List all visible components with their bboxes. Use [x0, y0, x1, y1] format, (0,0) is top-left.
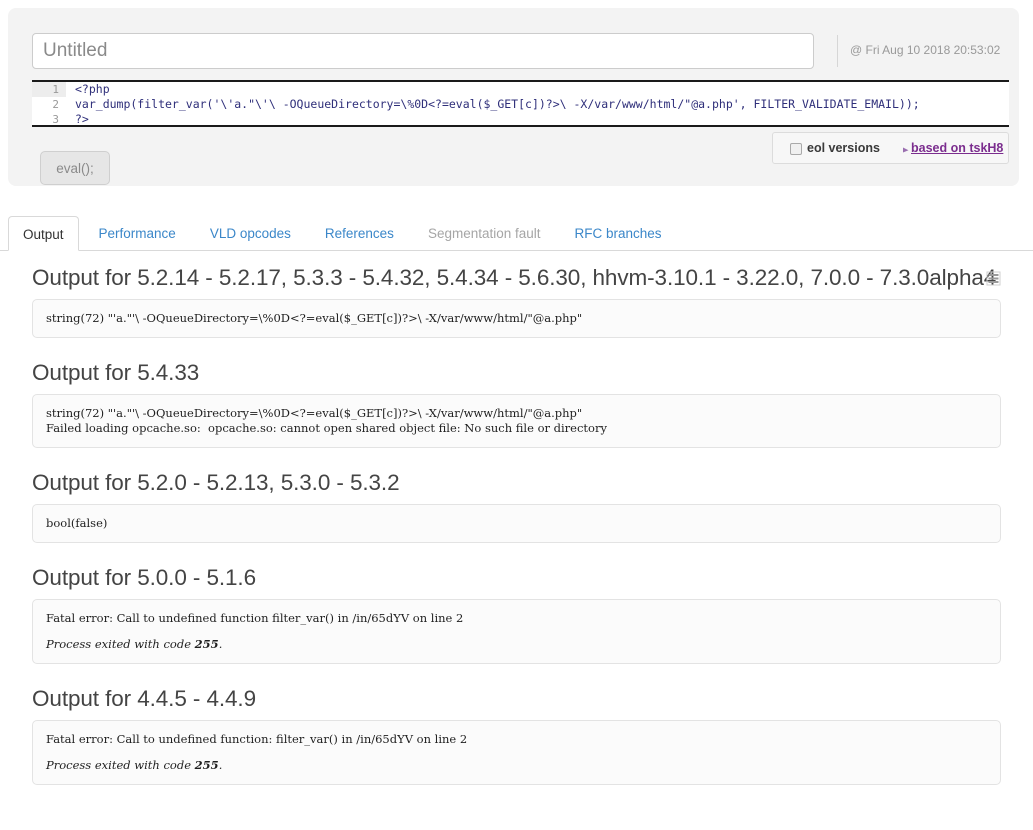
list-icon[interactable]	[986, 271, 1001, 286]
tab-rfc-branches[interactable]: RFC branches	[561, 216, 676, 251]
code-line: 3 ?>	[32, 112, 1009, 126]
output-block: Fatal error: Call to undefined function:…	[32, 720, 1001, 785]
code-line-text: var_dump(filter_var('\'a."\'\ -OQueueDir…	[75, 97, 920, 111]
output-line: string(72) "'a."'\ -OQueueDirectory=\%0D…	[46, 311, 583, 325]
code-line: 2 var_dump(filter_var('\'a."\'\ -OQueueDi…	[32, 97, 1009, 112]
code-line-number: 3	[32, 112, 66, 125]
output-heading: Output for 5.2.14 - 5.2.17, 5.3.3 - 5.4.…	[32, 265, 997, 290]
code-line-text: <?php	[75, 82, 110, 96]
tab-vld-opcodes[interactable]: VLD opcodes	[196, 216, 305, 251]
arrow-right-icon	[895, 147, 909, 153]
code-line: 1 <?php	[32, 82, 1009, 97]
process-exit-note: Process exited with code 255.	[46, 637, 223, 651]
tab-performance[interactable]: Performance	[85, 216, 190, 251]
tab-segmentation-fault: Segmentation fault	[427, 226, 541, 241]
eol-versions-checkbox[interactable]	[790, 143, 802, 155]
exit-code: 255	[194, 637, 219, 651]
output-heading-row: Output for 5.0.0 - 5.1.6	[32, 565, 1001, 599]
output-heading: Output for 5.4.33	[32, 360, 200, 385]
tab-references[interactable]: References	[311, 216, 408, 251]
output-heading: Output for 5.2.0 - 5.2.13, 5.3.0 - 5.3.2	[32, 470, 400, 495]
code-line-number: 1	[32, 82, 66, 97]
output-block: string(72) "'a."'\ -OQueueDirectory=\%0D…	[32, 299, 1001, 338]
eol-versions-label: eol versions	[807, 141, 880, 155]
output-block: bool(false)	[32, 504, 1001, 543]
output-line: Fatal error: Call to undefined function:…	[46, 732, 468, 746]
output-block: string(72) "'a."'\ -OQueueDirectory=\%0D…	[32, 394, 1001, 448]
output-line: string(72) "'a."'\ -OQueueDirectory=\%0D…	[46, 406, 583, 420]
output-area: Output for 5.2.14 - 5.2.17, 5.3.3 - 5.4.…	[0, 251, 1033, 830]
editor-panel: @ Fri Aug 10 2018 20:53:02 1 <?php 2 var_du…	[8, 8, 1019, 186]
output-line: Failed loading opcache.so: opcache.so: c…	[46, 421, 607, 435]
output-heading-row: Output for 5.2.14 - 5.2.17, 5.3.3 - 5.4.…	[32, 265, 1001, 299]
snippet-timestamp: @ Fri Aug 10 2018 20:53:02	[850, 43, 1001, 57]
code-line-text: ?>	[75, 112, 89, 126]
tab-bar: Output Performance VLD opcodes References Se…	[0, 216, 1033, 251]
output-heading: Output for 4.4.5 - 4.4.9	[32, 686, 256, 711]
output-block: Fatal error: Call to undefined function …	[32, 599, 1001, 664]
output-heading-row: Output for 4.4.5 - 4.4.9	[32, 686, 1001, 720]
output-heading: Output for 5.0.0 - 5.1.6	[32, 565, 256, 590]
eol-options-box: eol versions based on tskH8	[772, 132, 1009, 164]
title-row: @ Fri Aug 10 2018 20:53:02	[32, 33, 1001, 71]
code-lines[interactable]: 1 <?php 2 var_dump(filter_var('\'a."\'\ -OQ…	[32, 82, 1009, 126]
process-exit-note: Process exited with code 255.	[46, 758, 223, 772]
exit-code: 255	[194, 758, 219, 772]
code-line-number: 2	[32, 97, 66, 112]
code-editor[interactable]: 1 <?php 2 var_dump(filter_var('\'a."\'\ -OQ…	[32, 80, 1009, 127]
eval-button[interactable]: eval();	[40, 151, 110, 185]
output-heading-row: Output for 5.4.33	[32, 360, 1001, 394]
output-heading-row: Output for 5.2.0 - 5.2.13, 5.3.0 - 5.3.2	[32, 470, 1001, 504]
output-line: Fatal error: Call to undefined function …	[46, 611, 464, 625]
timestamp-divider	[837, 35, 838, 67]
snippet-title-input[interactable]	[32, 33, 814, 69]
output-line: bool(false)	[46, 516, 108, 530]
based-on-link[interactable]: based on tskH8	[911, 141, 1003, 155]
tab-output: Output	[8, 216, 79, 251]
